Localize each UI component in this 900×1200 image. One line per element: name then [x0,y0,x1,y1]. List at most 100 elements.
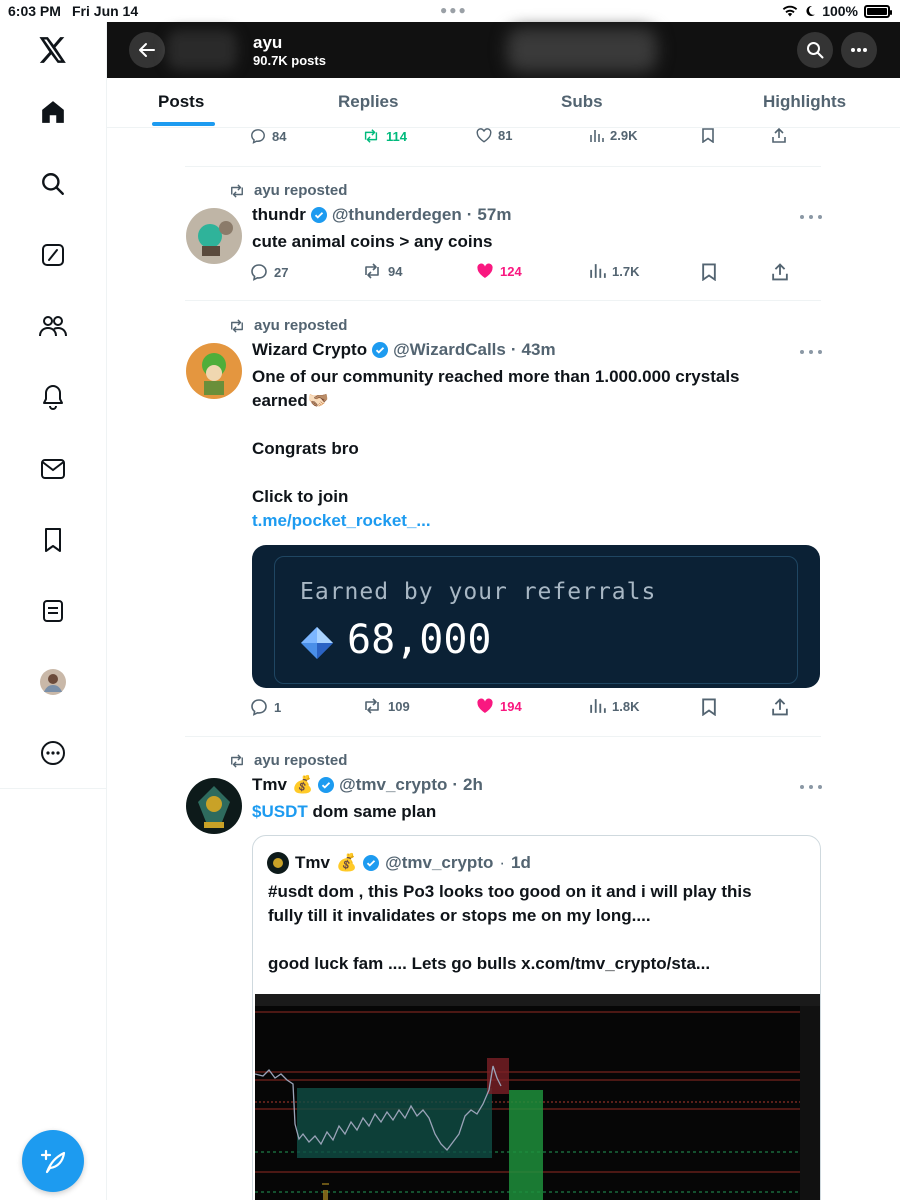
x-logo-icon[interactable] [33,30,73,70]
more-options-button[interactable] [841,32,877,68]
author-name[interactable]: Tmv [252,775,287,795]
quote-text-line: #usdt dom , this Po3 looks too good on i… [268,882,752,901]
bookmark-button[interactable] [702,698,716,716]
quote-time: 1d [511,853,531,872]
author-handle[interactable]: @WizardCalls [393,340,506,360]
quoted-post[interactable]: Tmv 💰 @tmv_crypto · 1d #usdt dom , this … [252,835,821,1200]
verified-badge-icon [372,342,389,358]
trading-chart-image [254,994,820,1200]
bookmark-button[interactable] [702,263,716,281]
tab-posts[interactable]: Posts [158,92,204,112]
wifi-icon [782,5,798,17]
post-actions: 84 114 81 2.9K [250,128,810,152]
heart-filled-icon [477,698,493,713]
verified-badge-icon [318,777,335,793]
author-handle[interactable]: @tmv_crypto [339,775,447,795]
status-date: Fri Jun 14 [72,3,139,19]
search-icon[interactable] [33,164,73,204]
post-link[interactable]: t.me/pocket_rocket_... [252,509,431,533]
post-text-line: earned🫱🏻‍🫲🏽 [252,391,329,410]
reply-button[interactable]: 84 [250,128,286,144]
post-header: thundr @thunderdegen · 57m [252,205,511,225]
views-button[interactable]: 1.8K [590,698,639,714]
post-more-button[interactable] [800,212,822,222]
money-bag-emoji: 💰 [335,853,358,872]
separator-dot: · [510,340,517,359]
active-tab-indicator [152,122,215,126]
reply-count: 1 [274,699,282,715]
moon-icon [806,5,816,16]
post-time[interactable]: 2h [463,775,483,795]
lists-icon[interactable] [33,591,73,631]
like-count: 194 [500,698,522,714]
verified-badge-icon [363,855,380,871]
quote-avatar [267,852,289,874]
repost-button[interactable]: 109 [362,698,410,714]
repost-count: 109 [388,698,410,714]
repost-icon [365,263,379,279]
multitask-dots[interactable]: ●●● [440,3,468,17]
repost-label: ayu reposted [254,182,348,199]
author-name[interactable]: thundr [252,205,306,225]
profile-avatar[interactable] [33,662,73,702]
repost-count: 94 [388,263,403,279]
media-image[interactable]: Earned by your referrals 68,000 [252,545,820,688]
bookmark-icon [702,698,716,716]
share-button[interactable] [772,263,788,281]
repost-indicator[interactable]: ayu reposted [228,182,347,199]
avatar[interactable] [186,343,242,399]
bookmarks-icon[interactable] [33,520,73,560]
post-header: Wizard Crypto @WizardCalls · 43m [252,340,556,360]
bookmark-button[interactable] [702,128,714,143]
author-name[interactable]: Wizard Crypto [252,340,367,360]
post-more-button[interactable] [800,347,822,357]
author-handle[interactable]: @thunderdegen [332,205,462,225]
repost-indicator[interactable]: ayu reposted [228,752,347,769]
repost-indicator[interactable]: ayu reposted [228,317,347,334]
search-button[interactable] [797,32,833,68]
repost-button[interactable]: 94 [362,263,402,279]
cashtag-link[interactable]: $USDT [252,802,308,821]
tab-subs[interactable]: Subs [561,92,603,112]
quote-text: #usdt dom , this Po3 looks too good on i… [268,880,808,976]
more-icon[interactable] [33,733,73,773]
post-header: Tmv 💰 @tmv_crypto · 2h [252,775,483,795]
tab-highlights[interactable]: Highlights [763,92,846,112]
chart-image[interactable] [254,994,820,1200]
grok-icon[interactable] [33,235,73,275]
post-time[interactable]: 43m [522,340,556,360]
home-icon[interactable] [33,92,73,132]
back-button[interactable] [129,32,165,68]
share-icon [772,128,786,143]
avatar[interactable] [186,778,242,834]
like-button[interactable]: 81 [476,128,512,143]
post-time[interactable]: 57m [477,205,511,225]
post-count: 90.7K posts [253,53,326,68]
post-more-button[interactable] [800,782,822,792]
views-button[interactable]: 2.9K [590,128,637,143]
avatar[interactable] [186,208,242,264]
reply-button[interactable]: 1 [250,698,281,716]
compose-post-button[interactable] [22,1130,84,1192]
views-button[interactable]: 1.7K [590,263,639,279]
communities-icon[interactable] [33,306,73,346]
tab-replies[interactable]: Replies [338,92,398,112]
bookmark-icon [702,128,714,143]
like-button[interactable]: 124 [476,263,522,279]
search-icon [807,42,824,59]
views-count: 2.9K [610,128,638,143]
share-icon [772,263,788,281]
quote-text-line: fully till it invalidates or stops me on… [268,906,651,925]
notifications-icon[interactable] [33,377,73,417]
status-time: 6:03 PM [8,3,61,19]
repost-button[interactable]: 114 [362,128,407,144]
feather-plus-icon [40,1149,66,1174]
like-count: 81 [498,128,513,143]
reply-button[interactable]: 27 [250,263,288,281]
reply-icon [251,264,267,281]
share-button[interactable] [772,128,786,143]
status-indicators: 100% [782,3,892,19]
share-button[interactable] [772,698,788,716]
messages-icon[interactable] [33,449,73,489]
like-button[interactable]: 194 [476,698,522,714]
